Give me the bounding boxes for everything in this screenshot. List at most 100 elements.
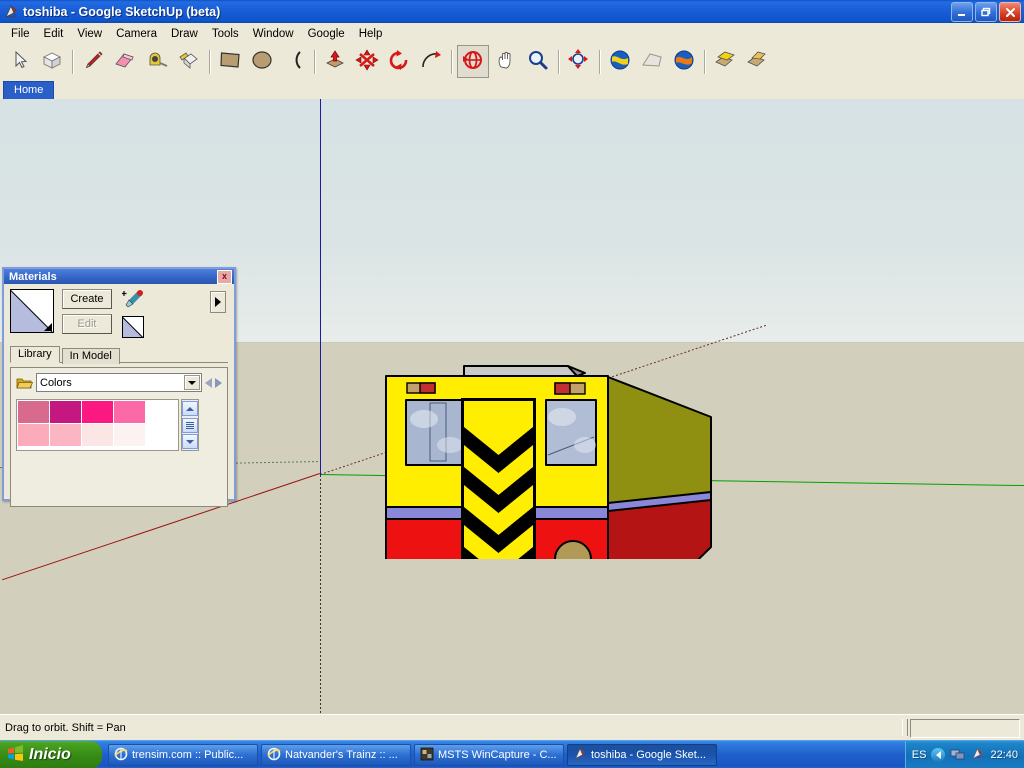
tab-library[interactable]: Library bbox=[10, 346, 60, 363]
materials-expand-button[interactable] bbox=[210, 291, 226, 313]
toolbar-separator bbox=[599, 50, 600, 74]
task-button-0[interactable]: trensim.com :: Public... bbox=[108, 744, 258, 766]
default-material-swatch[interactable] bbox=[10, 289, 54, 333]
back-face-material-swatch[interactable] bbox=[122, 316, 144, 338]
network-icon[interactable] bbox=[950, 747, 965, 764]
push-pull-icon bbox=[323, 49, 347, 74]
swatch-6[interactable] bbox=[50, 424, 81, 446]
photo-textures-button[interactable] bbox=[669, 46, 699, 77]
menu-edit[interactable]: Edit bbox=[37, 26, 71, 42]
eyedropper-icon[interactable] bbox=[122, 289, 144, 312]
materials-panel[interactable]: Materials x Create Edit bbox=[2, 267, 236, 501]
left-window bbox=[406, 400, 466, 465]
tab-in-model[interactable]: In Model bbox=[62, 348, 120, 364]
zoom-extents-button[interactable] bbox=[564, 46, 594, 77]
task-label-3: toshiba - Google Sket... bbox=[591, 749, 706, 761]
swatch-1[interactable] bbox=[50, 401, 81, 423]
push-pull-button[interactable] bbox=[320, 46, 350, 77]
materials-panel-body: Create Edit bbox=[4, 284, 234, 492]
get-models-button[interactable] bbox=[710, 46, 740, 77]
menu-tools[interactable]: Tools bbox=[205, 26, 246, 42]
scroll-up-icon[interactable] bbox=[182, 401, 198, 416]
scene-tab-strip: Home bbox=[0, 79, 1024, 100]
tape-measure-button[interactable] bbox=[142, 46, 172, 77]
system-tray: ES 22:40 bbox=[905, 741, 1024, 768]
line-tool-button[interactable] bbox=[78, 46, 108, 77]
locomotive-model[interactable] bbox=[380, 259, 725, 559]
rectangle-tool-button[interactable] bbox=[215, 46, 245, 77]
task-button-3[interactable]: toshiba - Google Sket... bbox=[567, 744, 717, 766]
menu-camera[interactable]: Camera bbox=[109, 26, 164, 42]
rotate-tool-button[interactable] bbox=[384, 46, 414, 77]
open-folder-icon[interactable] bbox=[16, 376, 33, 390]
task-label-0: trensim.com :: Public... bbox=[132, 749, 243, 761]
library-combobox[interactable]: Colors bbox=[36, 373, 202, 392]
nav-forward-arrow-icon[interactable] bbox=[215, 378, 222, 388]
drawing-area[interactable]: Materials x Create Edit bbox=[0, 99, 1024, 714]
clock[interactable]: 22:40 bbox=[990, 749, 1018, 761]
zoom-tool-button[interactable] bbox=[523, 46, 553, 77]
eraser-icon bbox=[113, 49, 137, 74]
show-hidden-icons-icon[interactable] bbox=[931, 748, 945, 762]
swatch-0[interactable] bbox=[18, 401, 49, 423]
follow-me-button[interactable] bbox=[416, 46, 446, 77]
materials-library-pane: Colors bbox=[10, 367, 228, 507]
menu-view[interactable]: View bbox=[70, 26, 109, 42]
swatch-scroll-controls[interactable] bbox=[181, 399, 199, 451]
make-component-button[interactable] bbox=[37, 46, 67, 77]
circle-tool-button[interactable] bbox=[247, 46, 277, 77]
swatch-4[interactable] bbox=[146, 401, 177, 423]
color-swatch-grid[interactable] bbox=[16, 399, 179, 451]
restore-button[interactable] bbox=[975, 2, 997, 22]
chevron-down-icon[interactable] bbox=[184, 375, 200, 390]
swatch-9[interactable] bbox=[146, 424, 177, 446]
taskbar: Inicio trensim.com :: Public... bbox=[0, 740, 1024, 768]
start-button[interactable]: Inicio bbox=[0, 741, 102, 768]
menu-draw[interactable]: Draw bbox=[164, 26, 205, 42]
menu-window[interactable]: Window bbox=[246, 26, 301, 42]
scene-tab-home[interactable]: Home bbox=[3, 81, 54, 99]
rotate-icon bbox=[387, 49, 411, 74]
menu-google[interactable]: Google bbox=[301, 26, 352, 42]
menu-help[interactable]: Help bbox=[352, 26, 390, 42]
main-toolbar bbox=[0, 44, 1024, 80]
orbit-tool-button[interactable] bbox=[457, 45, 489, 78]
add-location-button[interactable] bbox=[605, 46, 635, 77]
swatch-8[interactable] bbox=[114, 424, 145, 446]
terrain-gray-icon bbox=[640, 49, 664, 74]
left-headlight-red bbox=[420, 383, 435, 393]
paint-bucket-button[interactable] bbox=[174, 46, 204, 77]
task-button-1[interactable]: Natvander's Trainz :: ... bbox=[261, 744, 411, 766]
materials-panel-titlebar: Materials x bbox=[4, 269, 234, 284]
swatch-7[interactable] bbox=[82, 424, 113, 446]
move-tool-button[interactable] bbox=[352, 46, 382, 77]
edit-material-button[interactable]: Edit bbox=[62, 314, 112, 334]
list-view-icon[interactable] bbox=[182, 418, 198, 433]
create-material-button[interactable]: Create bbox=[62, 289, 112, 309]
swatch-2[interactable] bbox=[82, 401, 113, 423]
minimize-button[interactable] bbox=[951, 2, 973, 22]
swatch-5[interactable] bbox=[18, 424, 49, 446]
pan-tool-button[interactable] bbox=[491, 46, 521, 77]
swatch-3[interactable] bbox=[114, 401, 145, 423]
sketchup-icon bbox=[573, 747, 587, 764]
task-button-2[interactable]: MSTS WinCapture - C... bbox=[414, 744, 564, 766]
toggle-terrain-button[interactable] bbox=[637, 46, 667, 77]
menu-file[interactable]: File bbox=[4, 26, 37, 42]
scroll-down-icon[interactable] bbox=[182, 434, 198, 449]
select-tool-button[interactable] bbox=[5, 46, 35, 77]
share-model-button[interactable] bbox=[742, 46, 772, 77]
materials-panel-close-button[interactable]: x bbox=[217, 270, 232, 284]
eraser-tool-button[interactable] bbox=[110, 46, 140, 77]
language-indicator[interactable]: ES bbox=[912, 749, 927, 761]
sketchup-icon[interactable] bbox=[970, 747, 985, 764]
close-button[interactable] bbox=[999, 2, 1021, 22]
measurement-input[interactable] bbox=[910, 719, 1020, 738]
library-selector-row: Colors bbox=[16, 373, 222, 392]
arc-tool-button[interactable] bbox=[279, 46, 309, 77]
task-label-1: Natvander's Trainz :: ... bbox=[285, 749, 398, 761]
materials-top-row: Create Edit bbox=[10, 289, 228, 338]
toolbar-separator bbox=[558, 50, 559, 74]
internet-explorer-icon bbox=[267, 747, 281, 764]
nav-back-arrow-icon[interactable] bbox=[205, 378, 212, 388]
